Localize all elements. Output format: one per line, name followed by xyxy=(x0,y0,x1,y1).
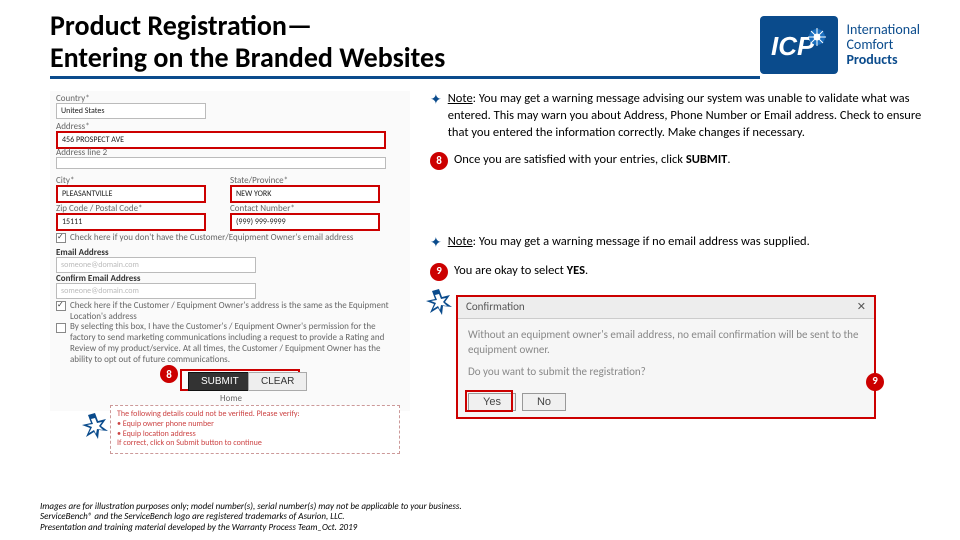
dialog-body-2: Do you want to submit the registration? xyxy=(468,364,864,379)
contact-input[interactable]: (999) 999-9999 xyxy=(230,213,380,231)
dialog-title: Confirmation xyxy=(466,300,525,315)
brand-logo: ICP International Comfort Products xyxy=(760,16,920,74)
instructions: ✦ Note: You may get a warning message ad… xyxy=(430,91,940,419)
star-bullet-icon: ✦ xyxy=(430,91,442,142)
step-9-text-a: You are okay to select xyxy=(454,263,567,278)
warn-line-4: If correct, click on Submit button to co… xyxy=(117,439,393,449)
step-8: 8 Once you are satisfied with your entri… xyxy=(430,152,930,170)
step-9: 9 You are okay to select YES. xyxy=(430,263,930,281)
confirmation-dialog: Confirmation ✕ Without an equipment owne… xyxy=(456,295,930,419)
note-2-label: Note xyxy=(448,234,473,249)
step-9-text-b: . xyxy=(585,263,588,278)
no-email-checkbox[interactable] xyxy=(56,233,66,243)
consent-text: By selecting this box, I have the Custom… xyxy=(70,322,390,365)
city-input[interactable]: PLEASANTVILLE xyxy=(56,185,206,203)
logo-text-1: International xyxy=(846,22,920,37)
confirm-email-input[interactable]: someone@domain.com xyxy=(56,283,256,299)
star-icon xyxy=(426,289,452,315)
logo-text-2: Comfort xyxy=(846,37,920,52)
same-address-checkbox[interactable] xyxy=(56,301,66,311)
star-icon xyxy=(82,413,108,439)
clear-button[interactable]: CLEAR xyxy=(248,372,307,391)
note-1-text: : You may get a warning message advising… xyxy=(448,91,922,140)
warning-box: The following details could not be verif… xyxy=(110,405,400,453)
no-email-label: Check here if you don't have the Custome… xyxy=(70,232,390,243)
step-9-bold: YES xyxy=(567,263,585,278)
note-1: ✦ Note: You may get a warning message ad… xyxy=(430,91,930,142)
no-button[interactable]: No xyxy=(522,393,566,411)
home-link[interactable]: Home xyxy=(220,393,242,404)
note-1-label: Note xyxy=(448,91,473,106)
page-title: Product Registration— Entering on the Br… xyxy=(50,10,760,74)
yes-outline xyxy=(465,390,513,412)
country-select[interactable]: United States xyxy=(56,103,206,119)
svg-text:ICP: ICP xyxy=(771,31,815,61)
footer-line-3: Presentation and training material devel… xyxy=(40,523,462,534)
address2-input[interactable] xyxy=(56,157,386,169)
form-screenshot: Country* United States Address* 456 PROS… xyxy=(50,91,410,419)
zip-input[interactable]: 15111 xyxy=(56,213,206,231)
same-address-label: Check here if the Customer / Equipment O… xyxy=(70,300,390,322)
logo-badge-icon: ICP xyxy=(760,16,838,74)
logo-text: International Comfort Products xyxy=(846,22,920,68)
footer: Images are for illustration purposes onl… xyxy=(40,502,462,534)
state-select[interactable]: NEW YORK xyxy=(230,185,380,203)
email-input[interactable]: someone@domain.com xyxy=(56,257,256,273)
note-2: ✦ Note: You may get a warning message if… xyxy=(430,234,930,253)
dialog-body-1: Without an equipment owner's email addre… xyxy=(468,327,864,358)
logo-text-3: Products xyxy=(846,52,920,67)
marker-9: 9 xyxy=(866,373,884,391)
step-8-text-a: Once you are satisfied with your entries… xyxy=(454,152,686,167)
close-icon[interactable]: ✕ xyxy=(857,300,866,315)
submit-button[interactable]: SUBMIT xyxy=(188,372,252,391)
title-line-1: Product Registration— xyxy=(50,8,312,43)
step-9-number: 9 xyxy=(430,263,448,281)
note-2-text: : You may get a warning message if no em… xyxy=(473,234,810,249)
step-8-bold: SUBMIT xyxy=(686,152,728,167)
title-line-2: Entering on the Branded Websites xyxy=(50,40,445,75)
star-bullet-icon: ✦ xyxy=(430,234,442,253)
step-8-number: 8 xyxy=(430,152,448,170)
dialog-title-bar: Confirmation ✕ xyxy=(458,297,874,319)
header: Product Registration— Entering on the Br… xyxy=(0,0,960,79)
step-8-text-b: . xyxy=(727,152,730,167)
consent-checkbox[interactable] xyxy=(56,323,66,333)
